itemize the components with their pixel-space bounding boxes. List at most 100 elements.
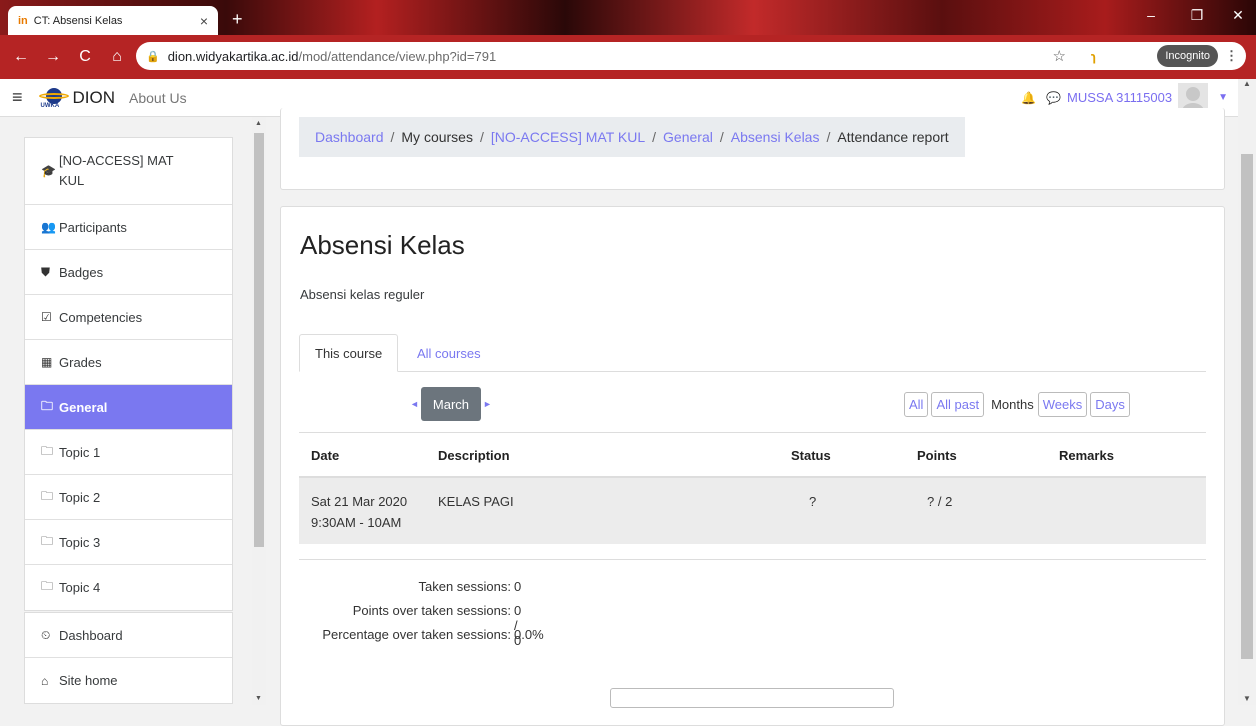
breadcrumb-dashboard[interactable]: Dashboard [315, 129, 384, 145]
activity-intro: Absensi kelas reguler [300, 287, 425, 302]
tab-this-course[interactable]: This course [299, 334, 399, 372]
new-tab-icon[interactable]: + [232, 9, 243, 30]
breadcrumb-course[interactable]: [NO-ACCESS] MAT KUL [491, 129, 645, 145]
minimize-icon[interactable]: – [1128, 0, 1174, 30]
graduation-cap-icon: 🎓 [41, 164, 56, 178]
column-date: Date [311, 448, 340, 463]
address-bar: ← → C ⌂ 🔒 dion.widyakartika.ac.id/mod/at… [0, 35, 1256, 79]
browser-tab-strip: in CT: Absensi Kelas × + – ❐ ✕ [0, 0, 1256, 35]
message-icon[interactable]: 💬 [1046, 91, 1061, 105]
about-us-link[interactable]: About Us [129, 90, 187, 106]
sidebar-item-label: Badges [59, 264, 104, 280]
sidebar-item-general[interactable]: 🗀 General [25, 385, 232, 430]
scroll-up-icon[interactable]: ▲ [255, 120, 262, 127]
sidebar-item-grades[interactable]: ▦ Grades [25, 340, 232, 385]
cell-date: Sat 21 Mar 2020 [311, 494, 408, 509]
home-icon[interactable]: ⌂ [106, 48, 128, 66]
breadcrumb: Dashboard / My courses / [NO-ACCESS] MAT K… [299, 117, 965, 157]
view-days-button[interactable]: Days [1090, 392, 1130, 417]
page-title: Absensi Kelas [300, 230, 465, 260]
users-icon: 👥 [41, 220, 56, 234]
extension-icon[interactable]: ɿ [1091, 49, 1096, 64]
sidebar-item-label: Topic 1 [59, 444, 101, 460]
sidebar-item-topic-3[interactable]: 🗀 Topic 3 [25, 520, 232, 565]
forward-icon[interactable]: → [42, 48, 64, 66]
scroll-down-icon[interactable]: ▼ [255, 695, 262, 702]
view-all-button[interactable]: All [904, 392, 929, 417]
month-navigator: ◄ March ► [410, 387, 492, 421]
bell-icon[interactable]: 🔔 [1021, 91, 1036, 105]
globe-logo-icon: UWKA [38, 86, 69, 110]
tab-all-courses[interactable]: All courses [402, 334, 496, 372]
close-tab-icon[interactable]: × [200, 13, 208, 29]
bookmark-star-icon[interactable]: ☆ [1053, 47, 1066, 65]
folder-icon: 🗀 [41, 443, 54, 458]
scrollbar-thumb[interactable] [254, 133, 264, 547]
sidebar-item-competencies[interactable]: ☑ Competencies [25, 295, 232, 340]
sidebar-item-label: [NO-ACCESS] MAT [59, 153, 174, 168]
user-name[interactable]: MUSSA 31115003 [1067, 90, 1172, 105]
incognito-badge[interactable]: Incognito [1157, 45, 1218, 67]
divider [299, 559, 1206, 560]
summary-label: Points over taken sessions: [352, 603, 511, 618]
sidebar-item-badges[interactable]: ⛊ Badges [25, 250, 232, 295]
scrollbar-thumb[interactable] [1241, 154, 1253, 659]
prev-month-icon[interactable]: ◄ [410, 399, 419, 409]
sidebar-item-site-home[interactable]: ⌂ Site home [25, 658, 232, 703]
folder-icon: 🗀 [41, 579, 54, 593]
sidebar-scrollbar[interactable]: ▲ ▼ [252, 117, 266, 705]
sidebar-item-label: Grades [59, 354, 102, 370]
hamburger-icon[interactable]: ≡ [12, 87, 23, 108]
breadcrumb-absensi[interactable]: Absensi Kelas [731, 129, 820, 145]
cell-status: ? [809, 494, 817, 509]
logo-subtext: UWKA [40, 102, 60, 109]
url-input[interactable]: 🔒 dion.widyakartika.ac.id/mod/attendance… [136, 42, 1246, 70]
sidebar-item-topic-2[interactable]: 🗀 Topic 2 [25, 475, 232, 520]
close-window-icon[interactable]: ✕ [1220, 0, 1256, 30]
breadcrumb-general[interactable]: General [663, 129, 713, 145]
menu-kebab-icon[interactable]: ⋮ [1225, 48, 1238, 64]
cell-points: ? / 2 [927, 494, 953, 509]
home-icon: ⌂ [41, 673, 49, 688]
column-remarks: Remarks [1059, 448, 1114, 463]
page-scrollbar[interactable]: ▲ ▼ [1238, 79, 1256, 705]
reload-icon[interactable]: C [74, 48, 96, 66]
view-weeks-button[interactable]: Weeks [1037, 392, 1088, 417]
sidebar-item-dashboard[interactable]: ⏲ Dashboard [25, 613, 232, 658]
check-square-icon: ☑ [41, 310, 52, 324]
jump-to-select[interactable] [610, 688, 894, 708]
brand-name: DION [72, 87, 116, 107]
sidebar-item-label: General [59, 399, 108, 415]
sidebar-item-topic-1[interactable]: 🗀 Topic 1 [25, 430, 232, 475]
site-logo[interactable]: UWKA DION [38, 86, 116, 110]
sidebar-item-label: Topic 4 [59, 580, 101, 595]
chevron-down-icon[interactable]: ▼ [1218, 92, 1228, 103]
scroll-down-icon[interactable]: ▼ [1243, 694, 1251, 703]
sidebar-item-topic-4[interactable]: 🗀 Topic 4 [25, 565, 232, 610]
view-all-past-button[interactable]: All past [931, 392, 985, 417]
view-filter: All All past Months Weeks Days [904, 392, 1133, 417]
incognito-label: Incognito [1165, 50, 1210, 62]
sidebar-item-participants[interactable]: 👥 Participants [25, 205, 232, 250]
folder-icon: 🗀 [41, 488, 54, 503]
sidebar-item-label: Topic 2 [59, 489, 101, 505]
dashboard-icon: ⏲ [41, 627, 51, 642]
sidebar-item-label: Competencies [59, 309, 143, 325]
lock-icon: 🔒 [146, 50, 160, 63]
column-description: Description [438, 448, 510, 463]
column-status: Status [791, 448, 831, 463]
sidebar-item-label: Dashboard [59, 627, 123, 643]
tab-title: CT: Absensi Kelas [33, 14, 123, 27]
url-path: /mod/attendance/view.php?id=791 [298, 48, 497, 64]
column-points: Points [917, 448, 957, 463]
next-month-icon[interactable]: ► [483, 399, 492, 409]
sidebar-item-course[interactable]: 🎓 [NO-ACCESS] MAT KUL [25, 138, 232, 205]
breadcrumb-my-courses: My courses [401, 129, 473, 145]
month-button[interactable]: March [420, 387, 482, 421]
cell-description: KELAS PAGI [438, 494, 514, 509]
browser-tab[interactable]: in CT: Absensi Kelas × [8, 6, 218, 35]
restore-icon[interactable]: ❐ [1174, 0, 1220, 30]
table-row: Sat 21 Mar 2020 9:30AM - 10AM KELAS PAGI… [299, 478, 1206, 544]
back-icon[interactable]: ← [10, 48, 32, 66]
scroll-up-icon[interactable]: ▲ [1243, 79, 1251, 88]
